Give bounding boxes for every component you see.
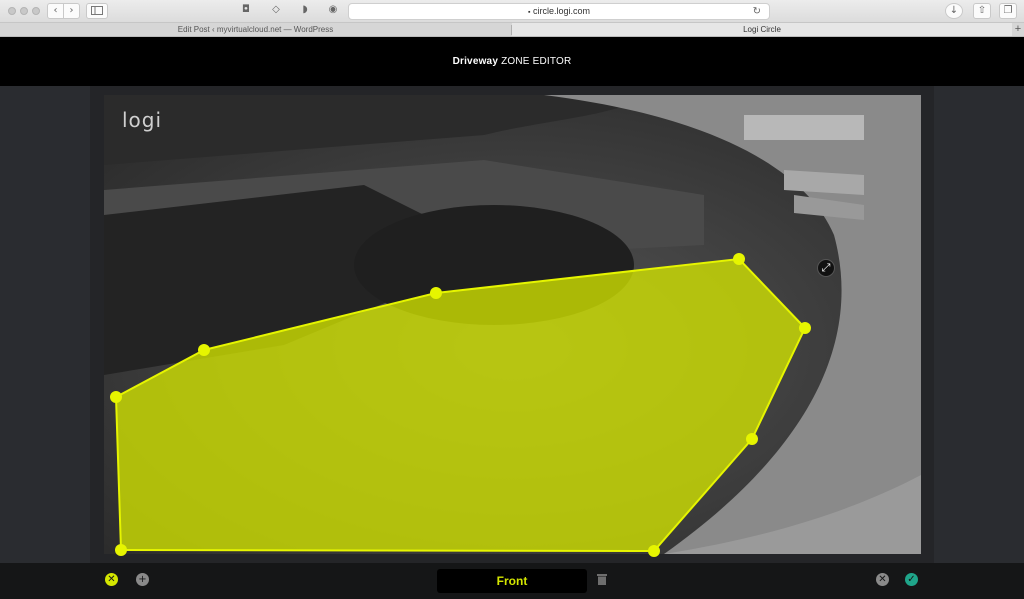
add-point-icon[interactable]: + <box>136 573 149 586</box>
resize-handle-icon[interactable]: ⤢ <box>817 259 835 277</box>
check-icon[interactable]: ✓ <box>905 573 918 586</box>
delete-zone-button[interactable] <box>597 573 607 585</box>
zone-vertex-handle[interactable] <box>733 253 745 265</box>
zone-vertex-handle[interactable] <box>799 322 811 334</box>
remove-point-icon[interactable]: ✕ <box>105 573 118 586</box>
zone-vertex-handle[interactable] <box>115 544 127 556</box>
zone-vertex-handle[interactable] <box>648 545 660 557</box>
zone-name-field[interactable]: Front <box>437 569 587 593</box>
trash-icon[interactable] <box>596 573 608 587</box>
zone-vertex-handle[interactable] <box>746 433 758 445</box>
zone-overlay[interactable] <box>0 0 1024 599</box>
close-icon[interactable]: ✕ <box>876 573 889 586</box>
motion-zone-polygon[interactable] <box>114 257 807 553</box>
zone-vertex-handle[interactable] <box>110 391 122 403</box>
zone-vertex-handle[interactable] <box>198 344 210 356</box>
zone-vertex-handle[interactable] <box>430 287 442 299</box>
